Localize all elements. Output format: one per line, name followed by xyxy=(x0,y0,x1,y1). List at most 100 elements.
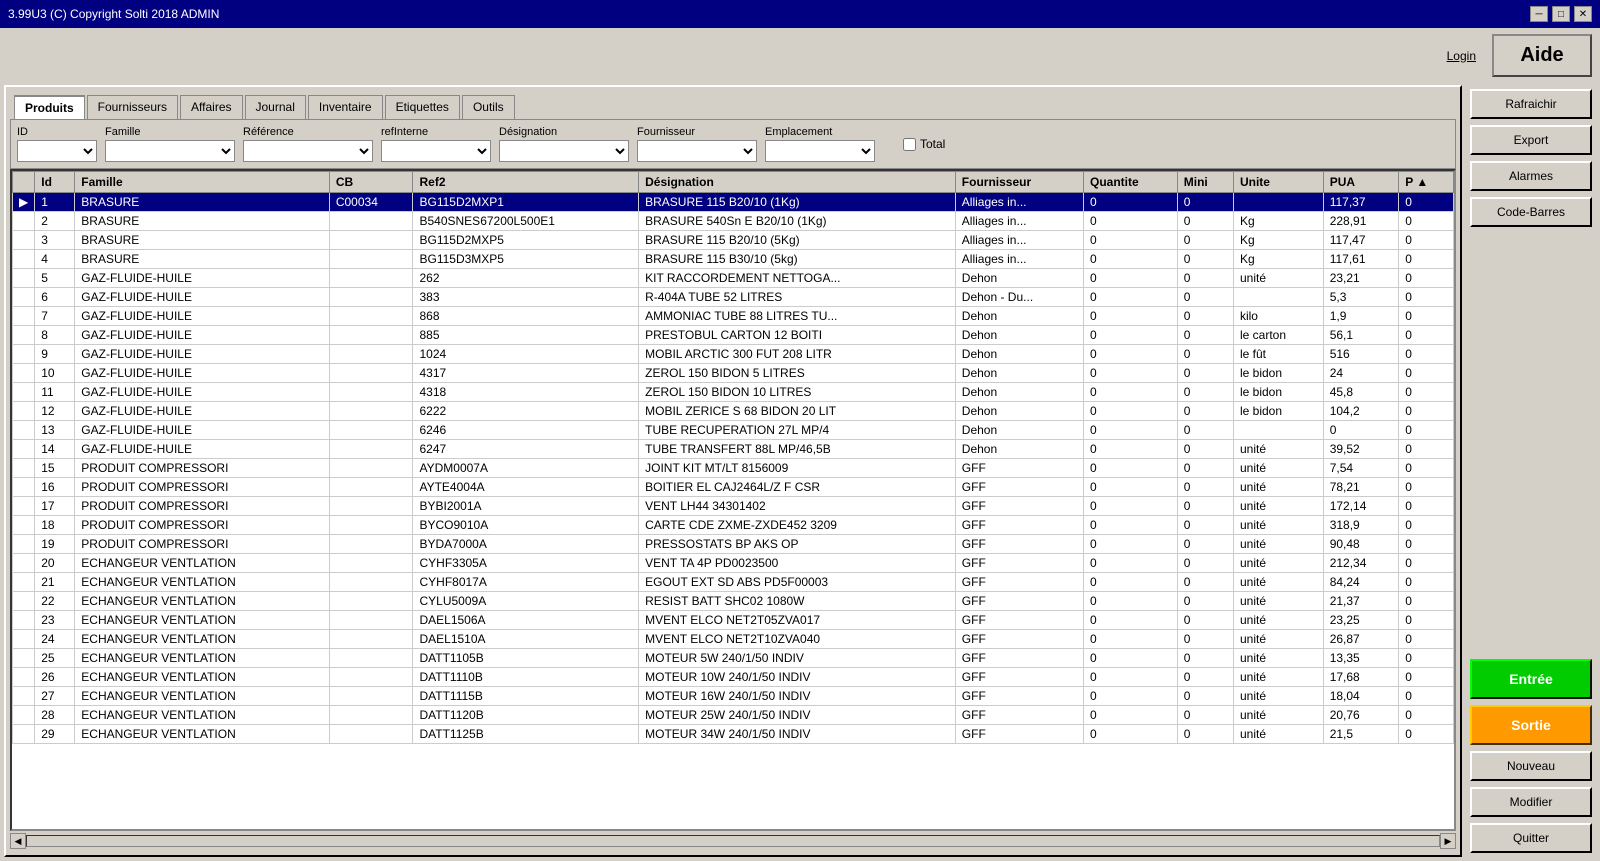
tab-produits[interactable]: Produits xyxy=(14,95,85,119)
table-row[interactable]: 19PRODUIT COMPRESSORIBYDA7000APRESSOSTAT… xyxy=(13,535,1454,554)
entree-button[interactable]: Entrée xyxy=(1470,659,1592,699)
cell-ref2: DATT1105B xyxy=(413,649,639,668)
cell-quantite: 0 xyxy=(1084,269,1178,288)
filter-emplacement-select[interactable] xyxy=(765,140,875,162)
col-unite[interactable]: Unite xyxy=(1233,172,1323,193)
filter-refinterne-select[interactable] xyxy=(381,140,491,162)
cell-cb xyxy=(329,345,413,364)
close-button[interactable]: ✕ xyxy=(1574,6,1592,22)
code-barres-button[interactable]: Code-Barres xyxy=(1470,197,1592,227)
table-row[interactable]: 16PRODUIT COMPRESSORIAYTE4004ABOITIER EL… xyxy=(13,478,1454,497)
table-row[interactable]: 7GAZ-FLUIDE-HUILE868AMMONIAC TUBE 88 LIT… xyxy=(13,307,1454,326)
table-row[interactable]: 27ECHANGEUR VENTLATIONDATT1115BMOTEUR 16… xyxy=(13,687,1454,706)
table-row[interactable]: ▶1BRASUREC00034BG115D2MXP1BRASURE 115 B2… xyxy=(13,193,1454,212)
col-p[interactable]: P ▲ xyxy=(1399,172,1454,193)
aide-button[interactable]: Aide xyxy=(1492,34,1592,77)
tab-affaires[interactable]: Affaires xyxy=(180,95,242,119)
cell-quantite: 0 xyxy=(1084,421,1178,440)
export-button[interactable]: Export xyxy=(1470,125,1592,155)
rafraichir-button[interactable]: Rafraichir xyxy=(1470,89,1592,119)
minimize-button[interactable]: ─ xyxy=(1530,6,1548,22)
cell-p: 0 xyxy=(1399,611,1454,630)
table-row[interactable]: 9GAZ-FLUIDE-HUILE1024MOBIL ARCTIC 300 FU… xyxy=(13,345,1454,364)
tab-outils[interactable]: Outils xyxy=(462,95,515,119)
col-quantite[interactable]: Quantite xyxy=(1084,172,1178,193)
table-row[interactable]: 6GAZ-FLUIDE-HUILE383R-404A TUBE 52 LITRE… xyxy=(13,288,1454,307)
cell-id: 22 xyxy=(35,592,75,611)
col-id[interactable]: Id xyxy=(35,172,75,193)
tab-inventaire[interactable]: Inventaire xyxy=(308,95,383,119)
table-row[interactable]: 25ECHANGEUR VENTLATIONDATT1105BMOTEUR 5W… xyxy=(13,649,1454,668)
filter-famille-select[interactable] xyxy=(105,140,235,162)
table-row[interactable]: 10GAZ-FLUIDE-HUILE4317ZEROL 150 BIDON 5 … xyxy=(13,364,1454,383)
table-row[interactable]: 8GAZ-FLUIDE-HUILE885PRESTOBUL CARTON 12 … xyxy=(13,326,1454,345)
table-row[interactable]: 24ECHANGEUR VENTLATIONDAEL1510AMVENT ELC… xyxy=(13,630,1454,649)
cell-quantite: 0 xyxy=(1084,478,1178,497)
cell-designation: KIT RACCORDEMENT NETTOGA... xyxy=(639,269,956,288)
table-row[interactable]: 3BRASUREBG115D2MXP5BRASURE 115 B20/10 (5… xyxy=(13,231,1454,250)
col-designation[interactable]: Désignation xyxy=(639,172,956,193)
table-row[interactable]: 20ECHANGEUR VENTLATIONCYHF3305AVENT TA 4… xyxy=(13,554,1454,573)
cell-quantite: 0 xyxy=(1084,497,1178,516)
table-row[interactable]: 12GAZ-FLUIDE-HUILE6222MOBIL ZERICE S 68 … xyxy=(13,402,1454,421)
col-fournisseur[interactable]: Fournisseur xyxy=(955,172,1083,193)
cell-designation: PRESSOSTATS BP AKS OP xyxy=(639,535,956,554)
table-row[interactable]: 11GAZ-FLUIDE-HUILE4318ZEROL 150 BIDON 10… xyxy=(13,383,1454,402)
table-row[interactable]: 4BRASUREBG115D3MXP5BRASURE 115 B30/10 (5… xyxy=(13,250,1454,269)
cell-mini: 0 xyxy=(1177,630,1233,649)
modifier-button[interactable]: Modifier xyxy=(1470,787,1592,817)
cell-p: 0 xyxy=(1399,307,1454,326)
table-row[interactable]: 23ECHANGEUR VENTLATIONDAEL1506AMVENT ELC… xyxy=(13,611,1454,630)
cell-cb xyxy=(329,307,413,326)
row-arrow-cell xyxy=(13,535,35,554)
tab-etiquettes[interactable]: Etiquettes xyxy=(385,95,460,119)
table-row[interactable]: 2BRASUREB540SNES67200L500E1BRASURE 540Sn… xyxy=(13,212,1454,231)
cell-p: 0 xyxy=(1399,288,1454,307)
col-cb[interactable]: CB xyxy=(329,172,413,193)
table-row[interactable]: 18PRODUIT COMPRESSORIBYCO9010ACARTE CDE … xyxy=(13,516,1454,535)
filter-fournisseur-select[interactable] xyxy=(637,140,757,162)
login-link[interactable]: Login xyxy=(1447,49,1476,63)
filter-designation-select[interactable] xyxy=(499,140,629,162)
table-row[interactable]: 14GAZ-FLUIDE-HUILE6247TUBE TRANSFERT 88L… xyxy=(13,440,1454,459)
table-row[interactable]: 5GAZ-FLUIDE-HUILE262KIT RACCORDEMENT NET… xyxy=(13,269,1454,288)
horizontal-scrollbar[interactable] xyxy=(26,835,1440,847)
table-row[interactable]: 21ECHANGEUR VENTLATIONCYHF8017AEGOUT EXT… xyxy=(13,573,1454,592)
quitter-button[interactable]: Quitter xyxy=(1470,823,1592,853)
cell-ref2: DATT1125B xyxy=(413,725,639,744)
table-row[interactable]: 15PRODUIT COMPRESSORIAYDM0007AJOINT KIT … xyxy=(13,459,1454,478)
filter-id-select[interactable] xyxy=(17,140,97,162)
col-mini[interactable]: Mini xyxy=(1177,172,1233,193)
cell-designation: MOTEUR 34W 240/1/50 INDIV xyxy=(639,725,956,744)
cell-ref2: 6246 xyxy=(413,421,639,440)
table-row[interactable]: 29ECHANGEUR VENTLATIONDATT1125BMOTEUR 34… xyxy=(13,725,1454,744)
cell-fournisseur: GFF xyxy=(955,459,1083,478)
scroll-right-btn[interactable]: ▶ xyxy=(1440,833,1456,849)
col-pua[interactable]: PUA xyxy=(1323,172,1399,193)
cell-quantite: 0 xyxy=(1084,725,1178,744)
table-row[interactable]: 22ECHANGEUR VENTLATIONCYLU5009ARESIST BA… xyxy=(13,592,1454,611)
table-row[interactable]: 28ECHANGEUR VENTLATIONDATT1120BMOTEUR 25… xyxy=(13,706,1454,725)
window-controls: ─ □ ✕ xyxy=(1530,6,1592,22)
cell-cb xyxy=(329,516,413,535)
table-row[interactable]: 26ECHANGEUR VENTLATIONDATT1110BMOTEUR 10… xyxy=(13,668,1454,687)
tab-fournisseurs[interactable]: Fournisseurs xyxy=(87,95,178,119)
cell-id: 1 xyxy=(35,193,75,212)
scroll-left-btn[interactable]: ◀ xyxy=(10,833,26,849)
table-row[interactable]: 17PRODUIT COMPRESSORIBYBI2001AVENT LH44 … xyxy=(13,497,1454,516)
row-arrow-cell xyxy=(13,288,35,307)
cell-id: 27 xyxy=(35,687,75,706)
table-row[interactable]: 13GAZ-FLUIDE-HUILE6246TUBE RECUPERATION … xyxy=(13,421,1454,440)
col-ref2[interactable]: Ref2 xyxy=(413,172,639,193)
cell-famille: BRASURE xyxy=(75,250,330,269)
cell-fournisseur: Dehon xyxy=(955,269,1083,288)
total-checkbox[interactable] xyxy=(903,138,916,151)
alarmes-button[interactable]: Alarmes xyxy=(1470,161,1592,191)
filter-reference-select[interactable] xyxy=(243,140,373,162)
cell-famille: PRODUIT COMPRESSORI xyxy=(75,497,330,516)
sortie-button[interactable]: Sortie xyxy=(1470,705,1592,745)
maximize-button[interactable]: □ xyxy=(1552,6,1570,22)
tab-journal[interactable]: Journal xyxy=(245,95,306,119)
col-famille[interactable]: Famille xyxy=(75,172,330,193)
nouveau-button[interactable]: Nouveau xyxy=(1470,751,1592,781)
